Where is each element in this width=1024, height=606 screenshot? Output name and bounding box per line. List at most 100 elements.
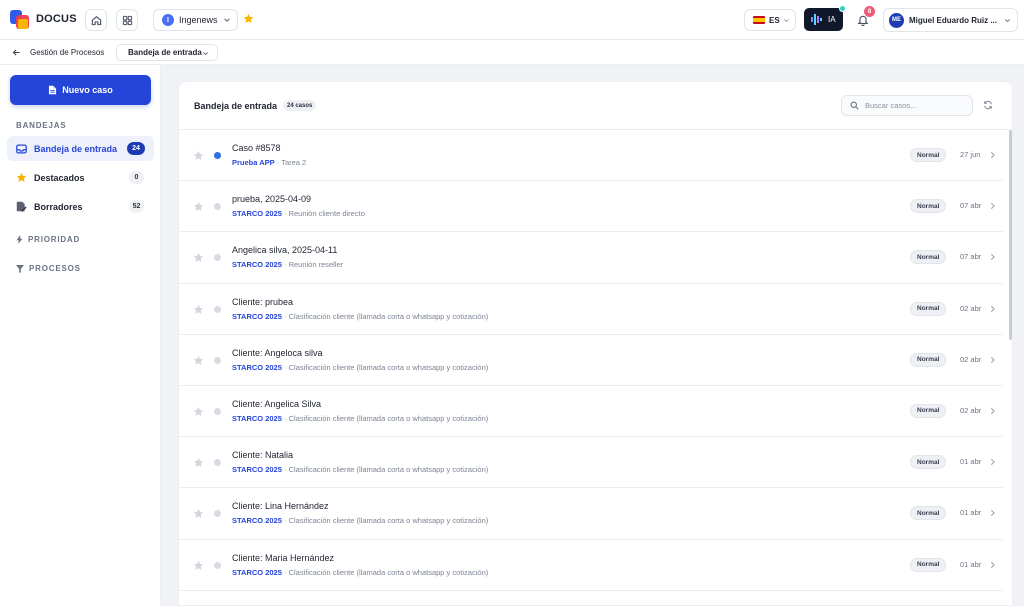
home-icon — [91, 15, 101, 25]
sidebar-item-starred[interactable]: Destacados 0 — [7, 165, 154, 190]
case-task: Clasificación cliente (llamada corta o w… — [288, 567, 489, 577]
breadcrumb-current-select[interactable]: Bandeja de entrada — [116, 44, 218, 61]
star-outline-icon[interactable] — [193, 355, 204, 366]
star-outline-icon[interactable] — [193, 406, 204, 417]
bolt-icon — [16, 235, 23, 244]
read-status-dot — [214, 459, 221, 467]
top-bar: DOCUS I Ingenews ES IA 8 ME Miguel Eduar… — [0, 0, 1024, 40]
case-row[interactable]: Cliente: Maria Hernández STARCO 2025 · C… — [179, 540, 1003, 591]
organization-name: Ingenews — [179, 15, 218, 25]
case-date: 02 abr — [960, 303, 982, 313]
read-status-dot — [214, 305, 221, 313]
star-outline-icon[interactable] — [193, 150, 204, 161]
search-placeholder: Buscar casos... — [865, 101, 917, 110]
sidebar-item-inbox[interactable]: Bandeja de entrada 24 — [7, 136, 154, 161]
group-processes-label: PROCESOS — [29, 264, 81, 273]
case-project: STARCO 2025 — [232, 209, 282, 219]
scrollbar[interactable] — [1009, 130, 1012, 340]
chevron-down-icon — [224, 18, 230, 22]
new-case-button[interactable]: Nuevo caso — [10, 75, 151, 105]
case-row[interactable]: Angelica silva, 2025-04-11 STARCO 2025 ·… — [179, 232, 1003, 284]
case-meta: STARCO 2025 · Clasificación cliente (lla… — [232, 363, 488, 372]
breadcrumb-current-label: Bandeja de entrada — [128, 48, 202, 57]
star-outline-icon[interactable] — [193, 252, 204, 263]
meta-separator: · — [281, 516, 289, 526]
sidebar-item-count: 0 — [129, 171, 144, 184]
sidebar-item-count: 24 — [127, 142, 145, 155]
star-outline-icon[interactable] — [193, 508, 204, 519]
case-project: STARCO 2025 — [232, 413, 282, 423]
organization-select[interactable]: I Ingenews — [153, 9, 238, 31]
meta-separator: · — [281, 311, 289, 321]
star-outline-icon[interactable] — [193, 457, 204, 468]
case-row[interactable]: Cliente: prubea STARCO 2025 · Clasificac… — [179, 284, 1003, 335]
priority-badge: Normal — [910, 557, 947, 572]
breadcrumb-parent[interactable]: Gestión de Procesos — [30, 48, 104, 57]
chevron-right-icon — [990, 305, 995, 312]
docus-logo[interactable] — [10, 10, 30, 29]
ia-label: IA — [828, 15, 836, 24]
case-project: STARCO 2025 — [232, 516, 282, 526]
user-menu[interactable]: ME Miguel Eduardo Ruiz ... — [883, 8, 1018, 32]
case-title: Cliente: Angeloca silva — [232, 347, 323, 358]
case-task: Reunión cliente directo — [288, 209, 365, 219]
inbox-icon — [16, 143, 27, 154]
case-meta: STARCO 2025 · Clasificación cliente (lla… — [232, 414, 488, 423]
ai-waveform-icon — [811, 14, 822, 25]
language-select[interactable]: ES — [744, 9, 796, 31]
filter-icon — [16, 264, 24, 273]
case-date: 07 abr — [960, 252, 982, 262]
star-outline-icon[interactable] — [193, 560, 204, 571]
case-meta: STARCO 2025 · Reunión reseller — [232, 260, 343, 269]
apps-button[interactable] — [116, 9, 138, 31]
notifications-button[interactable]: 8 — [853, 6, 875, 30]
language-code: ES — [769, 15, 780, 25]
new-case-label: Nuevo caso — [62, 85, 113, 95]
meta-separator: · — [281, 567, 289, 577]
chevron-right-icon — [990, 458, 995, 466]
case-project: Prueba APP — [232, 158, 275, 167]
chevron-down-icon — [1005, 19, 1010, 23]
case-row[interactable]: Caso #8578 Prueba APP · Tarea 2 Normal 2… — [179, 130, 1003, 182]
group-processes[interactable]: PROCESOS — [16, 264, 81, 273]
star-outline-icon[interactable] — [193, 201, 204, 212]
search-input[interactable]: Buscar casos... — [841, 95, 973, 116]
priority-badge: Normal — [910, 352, 947, 367]
favorite-star-icon[interactable] — [243, 13, 254, 24]
case-row[interactable]: Cliente: Angelica Silva STARCO 2025 · Cl… — [179, 386, 1003, 438]
case-title: Caso #8578 — [232, 143, 281, 153]
case-title: Cliente: Angelica Silva — [232, 398, 322, 409]
case-title: Cliente: prubea — [232, 296, 294, 307]
case-meta: STARCO 2025 · Clasificación cliente (lla… — [232, 568, 488, 577]
chevron-right-icon — [990, 510, 995, 517]
case-count-badge: 24 casos — [283, 100, 317, 111]
refresh-icon[interactable] — [983, 100, 993, 110]
group-priority[interactable]: PRIORIDAD — [16, 235, 80, 244]
case-date: 01 abr — [960, 457, 982, 467]
ia-button[interactable]: IA — [804, 5, 846, 31]
section-title-bandejas: BANDEJAS — [16, 121, 67, 130]
read-status-dot — [214, 561, 221, 569]
case-meta: STARCO 2025 · Reunión cliente directo — [232, 209, 365, 218]
ia-status-dot — [839, 5, 846, 12]
star-outline-icon[interactable] — [193, 304, 204, 315]
back-arrow-icon[interactable] — [12, 48, 21, 57]
sidebar-item-drafts[interactable]: Borradores 52 — [7, 194, 154, 219]
case-project: STARCO 2025 — [232, 362, 282, 372]
read-status-dot — [214, 356, 221, 364]
case-task: Clasificación cliente (llamada corta o w… — [288, 465, 489, 475]
case-row[interactable]: Cliente: Angeloca silva STARCO 2025 · Cl… — [179, 335, 1003, 386]
case-title: Angelica silva, 2025-04-11 — [232, 245, 338, 256]
case-row[interactable]: Cliente: Natalia STARCO 2025 · Clasifica… — [179, 437, 1003, 489]
home-button[interactable] — [85, 9, 107, 31]
user-avatar: ME — [889, 12, 904, 28]
organization-avatar: I — [162, 14, 174, 26]
inbox-panel: Bandeja de entrada 24 casos Buscar casos… — [178, 81, 1013, 606]
case-meta: STARCO 2025 · Clasificación cliente (lla… — [232, 516, 488, 525]
case-row[interactable]: Cliente: Lina Hernández STARCO 2025 · Cl… — [179, 488, 1003, 540]
priority-badge: Normal — [910, 148, 947, 162]
case-row[interactable]: prueba, 2025-04-09 STARCO 2025 · Reunión… — [179, 181, 1003, 233]
meta-separator: · — [281, 209, 289, 219]
case-date: 27 jun — [960, 150, 981, 159]
case-task: Clasificación cliente (llamada corta o w… — [288, 311, 489, 321]
